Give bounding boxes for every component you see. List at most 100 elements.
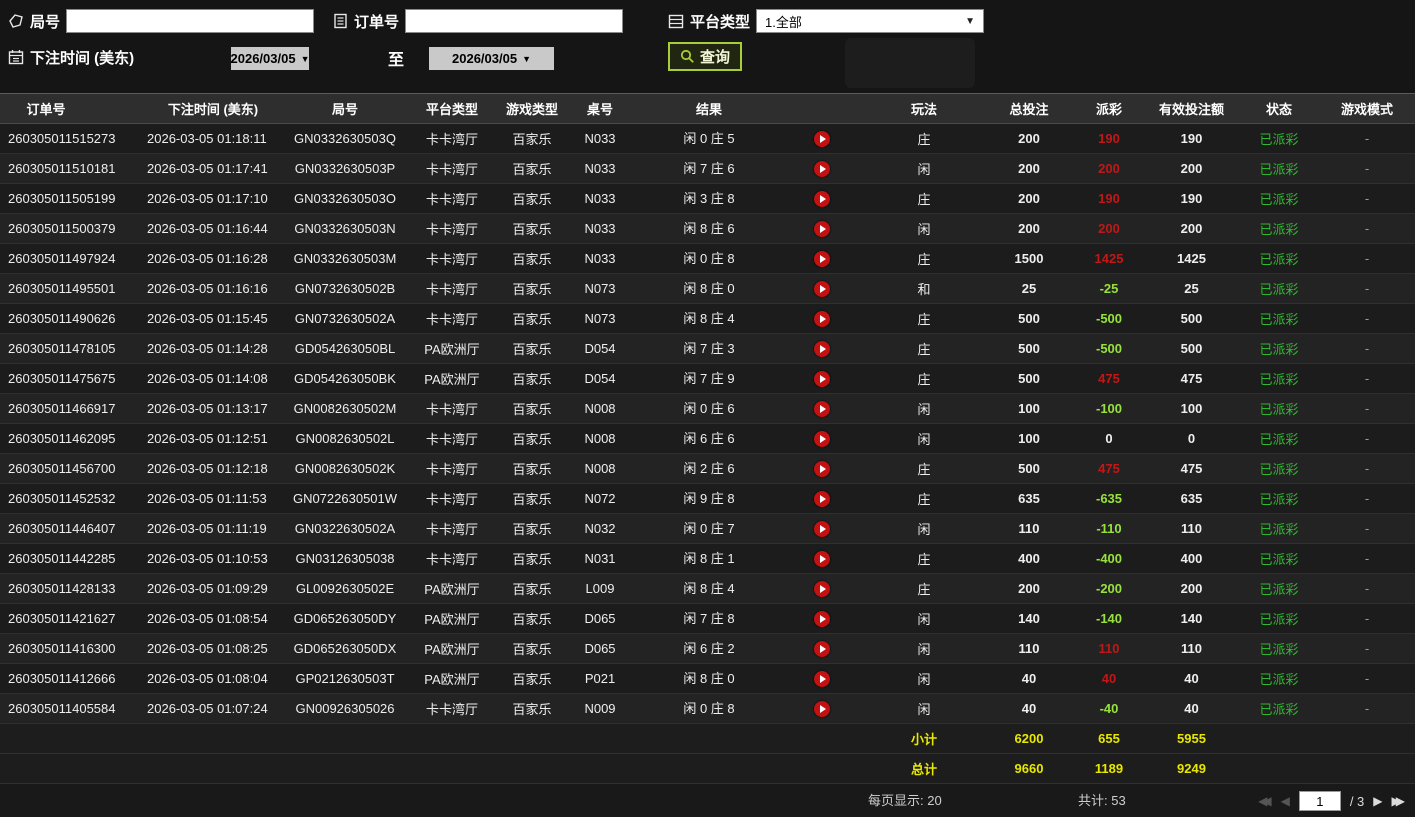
game-id-cell: GN0332630503M bbox=[284, 243, 406, 274]
bet-time-cell: 2026-03-05 01:08:54 bbox=[142, 603, 284, 634]
play-video-button[interactable] bbox=[814, 581, 830, 597]
payout-cell: -40 bbox=[1074, 693, 1144, 724]
play-video-button[interactable] bbox=[814, 191, 830, 207]
bet-on-cell: 闲 bbox=[864, 213, 984, 244]
total-payout: 1189 bbox=[1074, 753, 1144, 784]
result-cell: 闲 8 庄 0 bbox=[634, 273, 864, 304]
play-icon bbox=[820, 585, 826, 593]
last-page-button[interactable]: ▶▶ bbox=[1392, 794, 1406, 808]
game-type-cell: 百家乐 bbox=[498, 483, 566, 514]
payout-cell: -500 bbox=[1074, 303, 1144, 334]
platform-type-cell: 卡卡湾厅 bbox=[406, 393, 498, 424]
play-video-button[interactable] bbox=[814, 161, 830, 177]
bet-on-cell: 闲 bbox=[864, 423, 984, 454]
bet-time-cell: 2026-03-05 01:16:44 bbox=[142, 213, 284, 244]
order-id-cell: 260305011416300 bbox=[0, 633, 142, 664]
platform-type-select[interactable]: 1.全部 ▼ bbox=[756, 9, 985, 33]
total-bet-cell: 40 bbox=[984, 663, 1074, 694]
result-cell: 闲 7 庄 9 bbox=[634, 363, 864, 394]
page-input[interactable] bbox=[1298, 791, 1341, 811]
play-video-button[interactable] bbox=[814, 461, 830, 477]
game-mode-cell: - bbox=[1319, 363, 1415, 394]
date-from-value: 2026/03/05 bbox=[230, 51, 296, 66]
date-from-select[interactable]: 2026/03/05 ▼ bbox=[230, 47, 310, 70]
platform-type-cell: 卡卡湾厅 bbox=[406, 513, 498, 544]
play-icon bbox=[820, 225, 826, 233]
play-video-button[interactable] bbox=[814, 551, 830, 567]
game-mode-cell: - bbox=[1319, 213, 1415, 244]
play-video-button[interactable] bbox=[814, 221, 830, 237]
result-text: 闲 8 庄 0 bbox=[683, 281, 735, 296]
play-video-button[interactable] bbox=[814, 131, 830, 147]
play-video-button[interactable] bbox=[814, 371, 830, 387]
status-cell: 已派彩 bbox=[1239, 603, 1319, 634]
bet-on-cell: 庄 bbox=[864, 333, 984, 364]
platform-type-cell: PA欧洲厅 bbox=[406, 363, 498, 394]
play-video-button[interactable] bbox=[814, 611, 830, 627]
play-video-button[interactable] bbox=[814, 671, 830, 687]
total-row: 总计 9660 1189 9249 bbox=[0, 753, 1415, 784]
play-icon bbox=[820, 615, 826, 623]
table-no-cell: N008 bbox=[566, 393, 634, 424]
valid-bet-cell: 475 bbox=[1144, 363, 1239, 394]
valid-bet-cell: 200 bbox=[1144, 573, 1239, 604]
bet-time-cell: 2026-03-05 01:12:51 bbox=[142, 423, 284, 454]
play-video-button[interactable] bbox=[814, 641, 830, 657]
play-video-button[interactable] bbox=[814, 431, 830, 447]
next-page-button[interactable]: ▶ bbox=[1373, 794, 1382, 808]
bet-time-cell: 2026-03-05 01:11:19 bbox=[142, 513, 284, 544]
play-icon bbox=[820, 645, 826, 653]
bet-time-cell: 2026-03-05 01:17:10 bbox=[142, 183, 284, 214]
platform-type-cell: 卡卡湾厅 bbox=[406, 303, 498, 334]
play-video-button[interactable] bbox=[814, 251, 830, 267]
valid-bet-cell: 40 bbox=[1144, 663, 1239, 694]
list-icon bbox=[668, 14, 684, 29]
table-row: 260305011456700 2026-03-05 01:12:18 GN0082… bbox=[0, 453, 1415, 484]
game-id-cell: GN0082630502L bbox=[284, 423, 406, 454]
play-icon bbox=[820, 315, 826, 323]
date-to-value: 2026/03/05 bbox=[452, 51, 518, 66]
table-row: 260305011421627 2026-03-05 01:08:54 GD0652… bbox=[0, 603, 1415, 634]
table-no-cell: D065 bbox=[566, 633, 634, 664]
play-video-button[interactable] bbox=[814, 311, 830, 327]
status-cell: 已派彩 bbox=[1239, 423, 1319, 454]
bet-time-label: 下注时间 (美东) bbox=[30, 49, 135, 67]
table-no-cell: N033 bbox=[566, 213, 634, 244]
first-page-button[interactable]: ◀◀ bbox=[1258, 794, 1272, 808]
payout-cell: -140 bbox=[1074, 603, 1144, 634]
table-no-cell: D065 bbox=[566, 603, 634, 634]
status-cell: 已派彩 bbox=[1239, 693, 1319, 724]
play-video-button[interactable] bbox=[814, 341, 830, 357]
play-video-button[interactable] bbox=[814, 701, 830, 717]
result-text: 闲 7 庄 8 bbox=[683, 611, 735, 626]
table-row: 260305011515273 2026-03-05 01:18:11 GN0332… bbox=[0, 123, 1415, 154]
table-no-cell: N009 bbox=[566, 693, 634, 724]
valid-bet-cell: 500 bbox=[1144, 333, 1239, 364]
game-id-cell: GD065263050DX bbox=[284, 633, 406, 664]
play-video-button[interactable] bbox=[814, 401, 830, 417]
game-id-input[interactable] bbox=[66, 9, 315, 33]
valid-bet-cell: 100 bbox=[1144, 393, 1239, 424]
order-id-cell: 260305011466917 bbox=[0, 393, 142, 424]
date-to-select[interactable]: 2026/03/05 ▼ bbox=[429, 47, 554, 70]
platform-type-selected: 1.全部 bbox=[765, 14, 802, 30]
order-id-input[interactable] bbox=[405, 9, 624, 33]
payout-cell: 110 bbox=[1074, 633, 1144, 664]
result-text: 闲 0 庄 6 bbox=[683, 401, 735, 416]
game-mode-cell: - bbox=[1319, 123, 1415, 154]
game-type-cell: 百家乐 bbox=[498, 123, 566, 154]
platform-type-filter: 平台类型 1.全部 ▼ bbox=[668, 8, 985, 34]
prev-page-button[interactable]: ◀ bbox=[1281, 794, 1290, 808]
result-cell: 闲 8 庄 4 bbox=[634, 303, 864, 334]
result-text: 闲 8 庄 1 bbox=[683, 551, 735, 566]
play-video-button[interactable] bbox=[814, 281, 830, 297]
result-text: 闲 7 庄 6 bbox=[683, 161, 735, 176]
subtotal-row: 小计 6200 655 5955 bbox=[0, 723, 1415, 754]
query-button[interactable]: 查询 bbox=[668, 42, 743, 71]
total-spacer bbox=[1239, 753, 1415, 784]
play-video-button[interactable] bbox=[814, 521, 830, 537]
play-icon bbox=[820, 525, 826, 533]
result-text: 闲 3 庄 8 bbox=[683, 191, 735, 206]
play-video-button[interactable] bbox=[814, 491, 830, 507]
game-type-cell: 百家乐 bbox=[498, 453, 566, 484]
